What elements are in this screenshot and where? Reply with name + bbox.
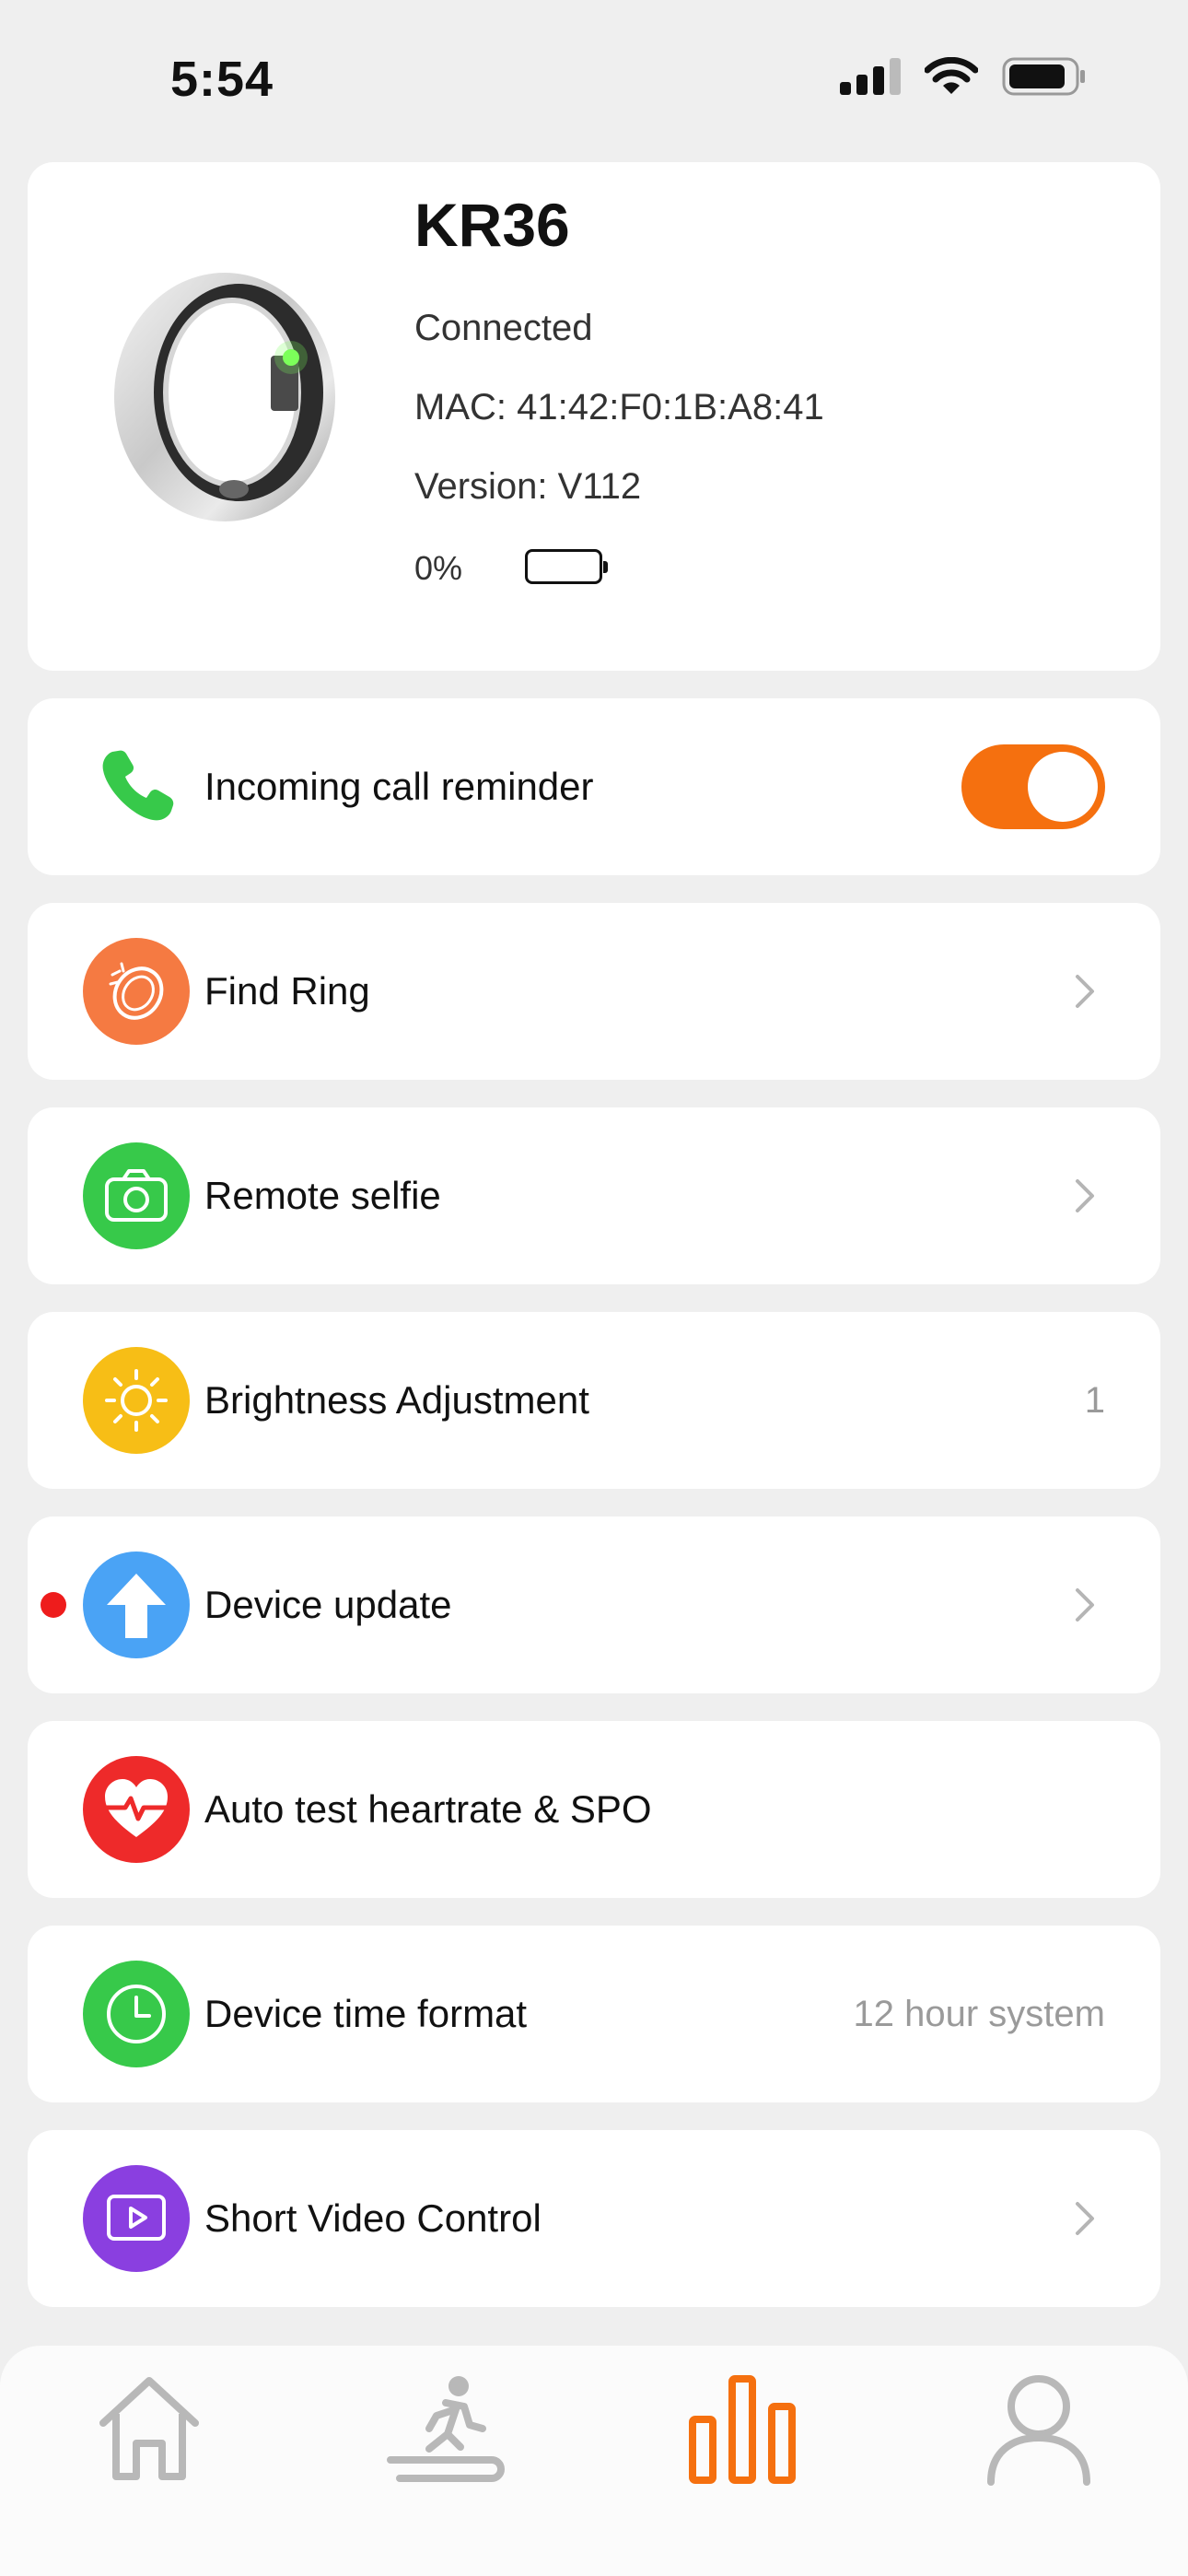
auto-test-heartrate-label: Auto test heartrate & SPO	[204, 1787, 652, 1831]
cellular-signal-icon	[840, 58, 901, 95]
device-card: KR36 Connected MAC: 41:42:F0:1B:A8:41 Ve…	[28, 162, 1160, 671]
remote-selfie-label: Remote selfie	[204, 1174, 441, 1217]
video-play-icon	[83, 2165, 190, 2272]
heart-pulse-icon	[83, 1756, 190, 1863]
clock-icon	[83, 1961, 190, 2067]
tab-bar	[0, 2346, 1188, 2576]
chevron-right-icon	[1076, 1588, 1094, 1622]
find-ring-label: Find Ring	[204, 969, 370, 1013]
device-name: KR36	[414, 191, 570, 259]
sun-icon	[83, 1347, 190, 1454]
incoming-call-reminder-toggle[interactable]	[961, 744, 1105, 829]
toggle-knob	[1028, 752, 1098, 822]
status-icons	[840, 57, 1087, 96]
chevron-right-icon	[1076, 1179, 1094, 1212]
incoming-call-reminder-row: Incoming call reminder	[28, 698, 1160, 875]
status-bar: 5:54	[0, 0, 1188, 161]
chevron-right-icon	[1076, 975, 1094, 1008]
remote-selfie-row[interactable]: Remote selfie	[28, 1107, 1160, 1284]
profile-icon[interactable]	[974, 2364, 1103, 2493]
ring-image	[114, 273, 335, 521]
camera-icon	[83, 1142, 190, 1249]
device-update-row[interactable]: Device update	[28, 1516, 1160, 1693]
brightness-adjustment-label: Brightness Adjustment	[204, 1378, 589, 1422]
short-video-control-row[interactable]: Short Video Control	[28, 2130, 1160, 2307]
device-update-label: Device update	[204, 1583, 452, 1626]
device-mac-address: MAC: 41:42:F0:1B:A8:41	[414, 387, 824, 427]
short-video-control-label: Short Video Control	[204, 2196, 542, 2240]
brightness-adjustment-row[interactable]: Brightness Adjustment 1	[28, 1312, 1160, 1489]
home-icon[interactable]	[85, 2364, 214, 2493]
notification-dot	[41, 1592, 66, 1618]
device-time-format-label: Device time format	[204, 1992, 528, 2035]
phone-icon	[83, 733, 190, 840]
chevron-right-icon	[1076, 2202, 1094, 2235]
device-time-format-row[interactable]: Device time format 12 hour system	[28, 1926, 1160, 2102]
exercise-icon[interactable]	[381, 2364, 510, 2493]
find-ring-row[interactable]: Find Ring	[28, 903, 1160, 1080]
stats-icon[interactable]	[678, 2364, 807, 2493]
find-ring-icon	[83, 938, 190, 1045]
upload-arrow-icon	[83, 1551, 190, 1658]
battery-percent: 0%	[414, 549, 463, 587]
auto-test-heartrate-row[interactable]: Auto test heartrate & SPO	[28, 1721, 1160, 1898]
device-connection-status: Connected	[414, 308, 593, 348]
wifi-icon	[925, 57, 978, 94]
status-time: 5:54	[170, 52, 274, 107]
battery-status-icon	[1002, 57, 1085, 96]
incoming-call-reminder-label: Incoming call reminder	[204, 765, 594, 808]
brightness-value: 1	[1084, 1380, 1105, 1421]
device-version: Version: V112	[414, 466, 642, 507]
battery-icon	[525, 549, 608, 584]
time-format-value: 12 hour system	[853, 1994, 1105, 2034]
